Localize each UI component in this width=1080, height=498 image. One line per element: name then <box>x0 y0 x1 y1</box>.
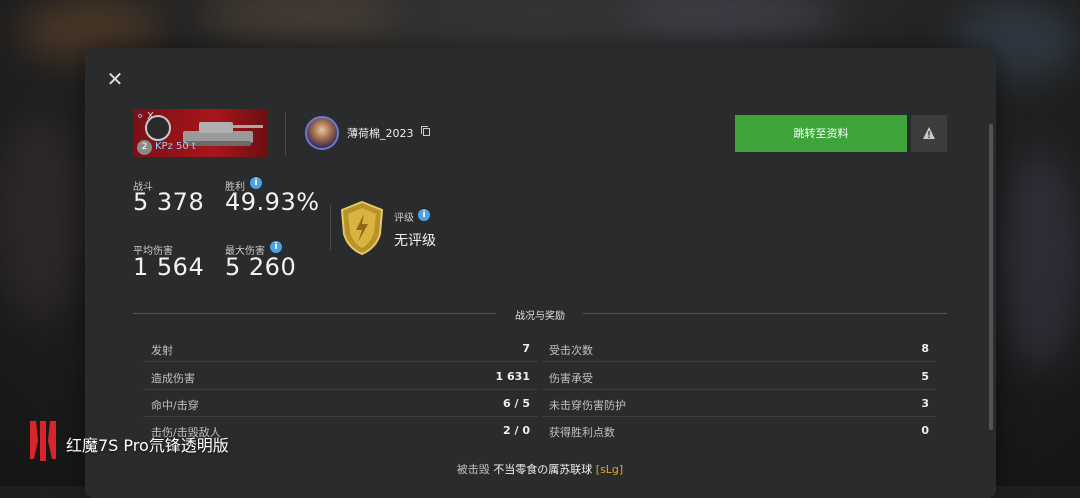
row-divider <box>143 416 538 417</box>
rating-value: 无评级 <box>394 233 436 249</box>
section-title: 战况与奖励 <box>515 311 565 322</box>
right-row-label: 受击次数 <box>549 344 593 357</box>
winrate-value: 49.93% <box>225 188 320 216</box>
row-divider <box>543 361 936 362</box>
right-row-label: 伤害承受 <box>549 372 593 385</box>
header-divider <box>285 112 286 156</box>
copy-icon[interactable] <box>421 126 430 136</box>
report-button[interactable] <box>911 115 947 152</box>
right-row-label: 未击穿伤害防护 <box>549 399 626 412</box>
row-divider <box>543 389 936 390</box>
rank-chevron-icon: ⋄ <box>137 111 144 122</box>
battles-value: 5 378 <box>133 188 205 216</box>
right-row-value: 5 <box>921 370 929 383</box>
device-watermark: 红魔7S Pro氘锋透明版 <box>26 419 236 463</box>
right-row-value: 0 <box>921 424 929 437</box>
left-row-value: 2 / 0 <box>503 424 530 437</box>
player-name: 薄荷棉_2023 <box>347 127 414 140</box>
rating-info-icon[interactable]: i <box>418 209 430 221</box>
row-divider <box>143 389 538 390</box>
warning-icon <box>923 127 935 139</box>
rating-label: 评级 <box>394 213 414 224</box>
go-to-profile-button[interactable]: 跳转至资料 <box>735 115 907 152</box>
left-row-value: 1 631 <box>495 370 530 383</box>
stats-divider <box>330 205 331 250</box>
left-row-value: 6 / 5 <box>503 397 530 410</box>
watermark-text: 红魔7S Pro氘锋透明版 <box>66 436 229 455</box>
row-divider <box>143 361 538 362</box>
destroyed-by-prefix: 被击毁 <box>456 463 490 476</box>
player-avatar[interactable] <box>305 116 339 150</box>
scrollbar[interactable] <box>989 124 993 430</box>
tank-card: ⋄ X 2 KPz 50 t <box>133 109 267 157</box>
killer-clan[interactable]: [sLg] <box>596 463 623 476</box>
left-row-label: 命中/击穿 <box>151 399 199 412</box>
avg-damage-value: 1 564 <box>133 253 205 281</box>
max-damage-info-icon[interactable]: i <box>270 241 282 253</box>
red-magic-logo-icon <box>30 421 56 461</box>
close-icon[interactable]: ✕ <box>106 69 124 89</box>
rating-shield-icon <box>340 200 384 256</box>
right-row-value: 8 <box>921 342 929 355</box>
left-row-label: 发射 <box>151 344 173 357</box>
row-divider <box>543 416 936 417</box>
right-row-value: 3 <box>921 397 929 410</box>
destroyed-by: 被击毁 不当零食の厲苏联球 [sLg] <box>0 461 1080 477</box>
killer-name[interactable]: 不当零食の厲苏联球 <box>493 463 592 476</box>
nation-emblem-icon <box>145 115 171 141</box>
left-row-value: 7 <box>522 342 530 355</box>
left-row-label: 造成伤害 <box>151 372 195 385</box>
right-row-label: 获得胜利点数 <box>549 426 615 439</box>
tier-badge: 2 <box>137 140 152 155</box>
section-line-right <box>583 313 947 314</box>
tank-name: KPz 50 t <box>155 141 196 152</box>
max-damage-value: 5 260 <box>225 253 297 281</box>
